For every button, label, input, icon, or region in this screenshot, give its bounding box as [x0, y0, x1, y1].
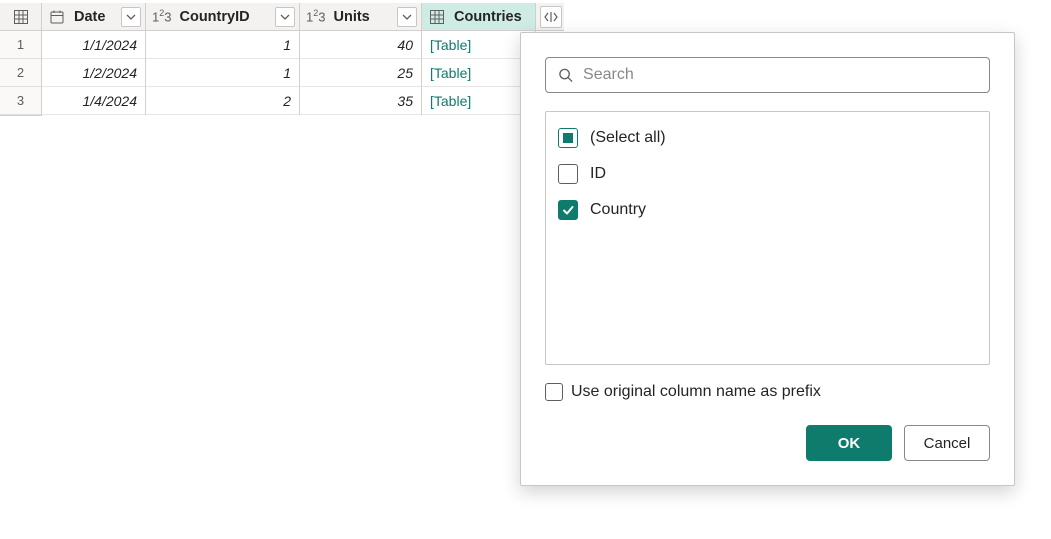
option-country[interactable]: Country	[558, 192, 977, 228]
option-select-all[interactable]: (Select all)	[558, 120, 977, 156]
column-header-country-id[interactable]: 123 CountryID	[146, 3, 299, 31]
table-select-all-corner[interactable]	[0, 3, 41, 31]
row-header[interactable]: 1	[0, 31, 41, 59]
cell-countries-table[interactable]: [Table]	[422, 87, 535, 115]
option-label: Country	[590, 201, 646, 219]
cancel-button[interactable]: Cancel	[904, 425, 990, 461]
option-label: (Select all)	[590, 129, 666, 147]
column-date: Date 1/1/2024 1/2/2024 1/4/2024	[42, 3, 146, 115]
checkbox-unchecked-icon	[545, 383, 563, 401]
use-prefix-checkbox[interactable]: Use original column name as prefix	[545, 383, 990, 401]
cell-country-id[interactable]: 1	[146, 31, 299, 59]
column-filter-button[interactable]	[397, 7, 417, 27]
column-countries: Countries [Table] [Table] [Table]	[422, 3, 536, 115]
chevron-down-icon	[126, 12, 136, 22]
checkbox-mixed-icon	[558, 128, 578, 148]
column-title: Countries	[450, 9, 526, 25]
cell-countries-table[interactable]: [Table]	[422, 31, 535, 59]
table-icon	[13, 9, 29, 25]
row-header[interactable]: 2	[0, 59, 41, 87]
cell-country-id[interactable]: 1	[146, 59, 299, 87]
column-country-id: 123 CountryID 1 1 2	[146, 3, 300, 115]
column-filter-button[interactable]	[121, 7, 141, 27]
option-label: ID	[590, 165, 606, 183]
expand-column-button[interactable]	[540, 6, 562, 28]
column-options-list: (Select all) ID Country	[545, 111, 990, 365]
cell-date[interactable]: 1/1/2024	[42, 31, 145, 59]
column-title: CountryID	[175, 9, 253, 25]
search-icon	[558, 67, 573, 83]
column-title: Units	[329, 9, 373, 25]
use-prefix-label: Use original column name as prefix	[571, 383, 821, 401]
expand-icon	[543, 10, 559, 24]
row-header[interactable]: 3	[0, 87, 41, 115]
dialog-button-row: OK Cancel	[545, 425, 990, 461]
column-header-countries[interactable]: Countries	[422, 3, 535, 31]
table-icon	[428, 8, 446, 26]
cell-units[interactable]: 35	[300, 87, 421, 115]
cell-units[interactable]: 40	[300, 31, 421, 59]
calendar-icon	[48, 8, 66, 26]
number-type-icon: 123	[152, 8, 171, 24]
search-input[interactable]	[583, 66, 977, 84]
option-id[interactable]: ID	[558, 156, 977, 192]
checkbox-checked-icon	[558, 200, 578, 220]
checkbox-unchecked-icon	[558, 164, 578, 184]
cell-date[interactable]: 1/2/2024	[42, 59, 145, 87]
row-header-gutter: 1 2 3	[0, 3, 42, 116]
column-header-units[interactable]: 123 Units	[300, 3, 421, 31]
search-field[interactable]	[545, 57, 990, 93]
column-title: Date	[70, 9, 109, 25]
column-filter-button[interactable]	[275, 7, 295, 27]
chevron-down-icon	[280, 12, 290, 22]
expand-column-popup: (Select all) ID Country Use original col…	[520, 32, 1015, 486]
chevron-down-icon	[402, 12, 412, 22]
check-icon	[561, 203, 575, 217]
cell-country-id[interactable]: 2	[146, 87, 299, 115]
column-header-date[interactable]: Date	[42, 3, 145, 31]
ok-button[interactable]: OK	[806, 425, 892, 461]
cell-countries-table[interactable]: [Table]	[422, 59, 535, 87]
cell-units[interactable]: 25	[300, 59, 421, 87]
cell-date[interactable]: 1/4/2024	[42, 87, 145, 115]
column-units: 123 Units 40 25 35	[300, 3, 422, 115]
number-type-icon: 123	[306, 8, 325, 24]
